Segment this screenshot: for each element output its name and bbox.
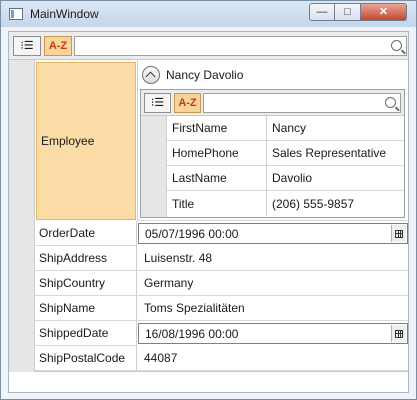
alphabetical-label: A-Z <box>178 96 197 109</box>
window-icon <box>9 8 23 20</box>
search-icon[interactable] <box>391 40 402 51</box>
property-list: Employee Nancy Davolio ⁝☰ A-Z FirstName … <box>9 60 408 372</box>
minimize-button[interactable]: — <box>309 3 335 21</box>
maximize-icon: □ <box>344 5 351 18</box>
property-name-employee[interactable]: Employee <box>36 62 136 220</box>
nested-toolbar: ⁝☰ A-Z <box>141 90 404 116</box>
property-value: 16/08/1996 00:00 <box>145 326 239 341</box>
search-icon[interactable] <box>385 97 396 108</box>
property-label: FirstName <box>172 121 228 135</box>
maximize-button[interactable]: □ <box>335 3 361 21</box>
calendar-dropdown-button[interactable] <box>391 325 406 342</box>
property-value-shipaddress[interactable]: Luisenstr. 48 <box>137 246 408 271</box>
property-value-shipname[interactable]: Toms Spezialitäten <box>137 296 408 321</box>
property-value: 44087 <box>144 351 178 365</box>
alphabetical-sort-button[interactable]: A-Z <box>44 36 72 56</box>
property-value: Luisenstr. 48 <box>144 251 213 265</box>
minimize-icon: — <box>316 5 328 18</box>
property-value: Toms Spezialitäten <box>144 301 245 315</box>
property-label: OrderDate <box>39 226 96 240</box>
property-label: HomePhone <box>172 146 239 160</box>
calendar-dropdown-button[interactable] <box>391 225 406 242</box>
property-name-shipcountry[interactable]: ShipCountry <box>35 271 137 296</box>
employee-value: Nancy Davolio <box>166 68 244 82</box>
description-area <box>9 372 408 392</box>
nested-property-value[interactable]: Davolio <box>267 166 404 191</box>
close-button[interactable]: ✕ <box>361 3 407 21</box>
nested-property-name[interactable]: Title <box>167 191 267 216</box>
property-name-shipaddress[interactable]: ShipAddress <box>35 246 137 271</box>
nested-property-grid: ⁝☰ A-Z FirstName Nancy HomePhone Sales R… <box>140 89 405 218</box>
close-icon: ✕ <box>378 5 389 18</box>
nested-property-name[interactable]: FirstName <box>167 116 267 141</box>
orderdate-date-editor[interactable]: 05/07/1996 00:00 <box>138 223 408 244</box>
property-label: ShipAddress <box>39 251 108 265</box>
property-value: (206) 555-9857 <box>272 196 355 211</box>
property-label: ShipCountry <box>39 276 106 290</box>
nested-property-value[interactable]: (206) 555-9857 <box>267 191 404 216</box>
nested-search-input[interactable] <box>203 93 401 113</box>
property-grid-toolbar: ⁝☰ A-Z <box>9 32 408 60</box>
property-value: 05/07/1996 00:00 <box>145 226 239 241</box>
property-name-orderdate[interactable]: OrderDate <box>35 221 137 246</box>
property-grid: ⁝☰ A-Z Employee Nancy Davolio ⁝☰ A-Z Fir… <box>8 31 409 393</box>
nested-property-name[interactable]: HomePhone <box>167 141 267 166</box>
search-input[interactable] <box>74 36 407 56</box>
nested-row-gutter <box>141 116 167 217</box>
property-value: Davolio <box>272 171 313 185</box>
window-title: MainWindow <box>30 7 99 21</box>
title-bar[interactable]: MainWindow — □ ✕ <box>1 1 416 27</box>
property-label: ShipName <box>39 301 96 315</box>
property-label: Title <box>172 196 195 211</box>
categorized-icon: ⁝☰ <box>150 96 165 109</box>
alphabetical-label: A-Z <box>48 39 68 52</box>
property-label: LastName <box>172 171 227 185</box>
property-label: ShipPostalCode <box>39 351 126 365</box>
property-name-shippostalcode[interactable]: ShipPostalCode <box>35 346 137 371</box>
property-value-shipcountry[interactable]: Germany <box>137 271 408 296</box>
property-value: Germany <box>144 276 194 290</box>
property-name-shippeddate[interactable]: ShippedDate <box>35 321 137 346</box>
main-window: MainWindow — □ ✕ ⁝☰ A-Z Employee Nancy D… <box>0 0 417 400</box>
collapse-employee-button[interactable] <box>142 66 160 84</box>
property-name-shipname[interactable]: ShipName <box>35 296 137 321</box>
property-label: ShippedDate <box>39 326 109 340</box>
property-label: Employee <box>41 134 95 148</box>
calendar-icon <box>395 229 403 238</box>
property-value-shippostalcode[interactable]: 44087 <box>137 346 408 371</box>
shippeddate-date-editor[interactable]: 16/08/1996 00:00 <box>138 323 408 344</box>
calendar-icon <box>395 329 403 338</box>
row-gutter <box>9 60 35 372</box>
nested-alphabetical-sort-button[interactable]: A-Z <box>174 93 201 113</box>
property-value: Nancy <box>272 121 307 135</box>
nested-property-name[interactable]: LastName <box>167 166 267 191</box>
categorized-sort-button[interactable]: ⁝☰ <box>13 36 41 56</box>
nested-property-value[interactable]: Nancy <box>267 116 404 141</box>
categorized-icon: ⁝☰ <box>20 39 34 52</box>
property-value: Sales Representative <box>272 146 387 160</box>
nested-property-value[interactable]: Sales Representative <box>267 141 404 166</box>
nested-categorized-sort-button[interactable]: ⁝☰ <box>144 93 171 113</box>
